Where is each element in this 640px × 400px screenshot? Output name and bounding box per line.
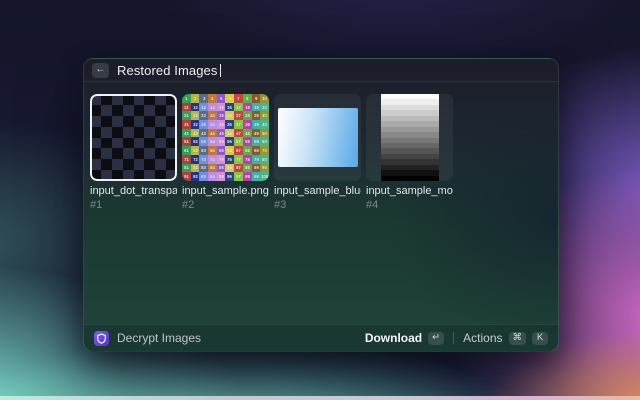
launcher-window: ← Restored Images input_dot_transparen..… (83, 58, 559, 352)
k-key-badge: K (532, 332, 548, 345)
grid-item-4[interactable]: input_sample_mono.... #4 (366, 94, 453, 211)
thumbnail-numbered-grid: 1234567891011121314151617181920212223242… (182, 94, 269, 181)
file-name: input_dot_transparen... (90, 185, 177, 197)
footer-divider (453, 332, 454, 344)
desktop-wallpaper: ← Restored Images input_dot_transparen..… (0, 0, 640, 400)
grid-item-1[interactable]: input_dot_transparen... #1 (90, 94, 177, 211)
actions-label: Actions (463, 331, 502, 345)
text-caret (220, 64, 222, 77)
thumbnail-checkerboard (90, 94, 177, 181)
cmd-key-badge: ⌘ (509, 332, 527, 345)
blue-gradient-image (278, 108, 358, 167)
grid-item-2[interactable]: 1234567891011121314151617181920212223242… (182, 94, 269, 211)
decrypt-images-shield-icon (94, 331, 109, 346)
file-name: input_sample_blue.png (274, 185, 361, 197)
footer-app: Decrypt Images (94, 331, 201, 346)
image-grid: input_dot_transparen... #1 1234567891011… (90, 94, 453, 211)
download-button[interactable]: Download ↵ (365, 331, 444, 345)
footer-actions: Download ↵ Actions ⌘ K (365, 331, 548, 345)
mono-gradient-image (381, 94, 439, 181)
search-input[interactable]: Restored Images (117, 63, 221, 78)
action-bar: Decrypt Images Download ↵ Actions ⌘ K (84, 324, 558, 351)
wallpaper-bottom-edge (0, 396, 640, 400)
thumbnail-blue-gradient (274, 94, 361, 181)
file-index: #4 (366, 199, 453, 211)
checkerboard-pattern (90, 94, 177, 181)
search-text: Restored Images (117, 63, 218, 78)
file-index: #1 (90, 199, 177, 211)
actions-button[interactable]: Actions ⌘ K (463, 331, 548, 345)
file-name: input_sample.png (182, 185, 269, 197)
search-header: ← Restored Images (84, 59, 558, 82)
file-index: #2 (182, 199, 269, 211)
thumbnail-mono-gradient (366, 94, 453, 181)
file-name: input_sample_mono.... (366, 185, 453, 197)
app-name: Decrypt Images (117, 331, 201, 345)
grid-item-3[interactable]: input_sample_blue.png #3 (274, 94, 361, 211)
back-arrow-icon: ← (96, 65, 106, 75)
download-label: Download (365, 331, 422, 345)
enter-key-badge: ↵ (428, 332, 444, 345)
back-button[interactable]: ← (92, 63, 109, 78)
numbered-grid-pattern: 1234567891011121314151617181920212223242… (182, 94, 269, 181)
file-index: #3 (274, 199, 361, 211)
